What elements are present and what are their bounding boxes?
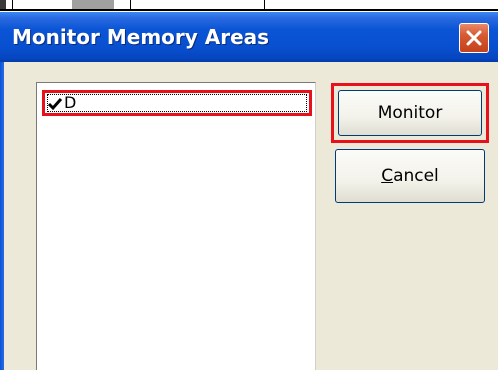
screen: Monitor Memory Areas D Monitor Cancel [0, 0, 498, 370]
cancel-button[interactable]: Cancel [335, 149, 485, 203]
cancel-mnemonic: C [381, 166, 394, 186]
dialog-frame-edge [0, 62, 4, 370]
list-item[interactable]: D [42, 90, 312, 116]
list-item-label: D [64, 93, 77, 112]
background-line [0, 9, 498, 11]
monitor-button[interactable]: Monitor [338, 90, 482, 136]
checkmark-icon[interactable] [46, 95, 64, 113]
dialog-title: Monitor Memory Areas [12, 25, 270, 49]
background-fragment [72, 0, 114, 9]
monitor-highlight: Monitor [331, 83, 489, 143]
background-fragment [0, 0, 6, 9]
memory-areas-listbox[interactable]: D [36, 82, 316, 370]
focus-rectangle [47, 94, 307, 112]
background-app-strip [0, 0, 498, 12]
dialog-titlebar[interactable]: Monitor Memory Areas [0, 12, 498, 62]
close-button[interactable] [459, 23, 489, 53]
monitor-memory-areas-dialog: Monitor Memory Areas D Monitor Cancel [0, 12, 498, 370]
close-icon [466, 30, 482, 46]
cancel-label-rest: ancel [393, 166, 439, 186]
